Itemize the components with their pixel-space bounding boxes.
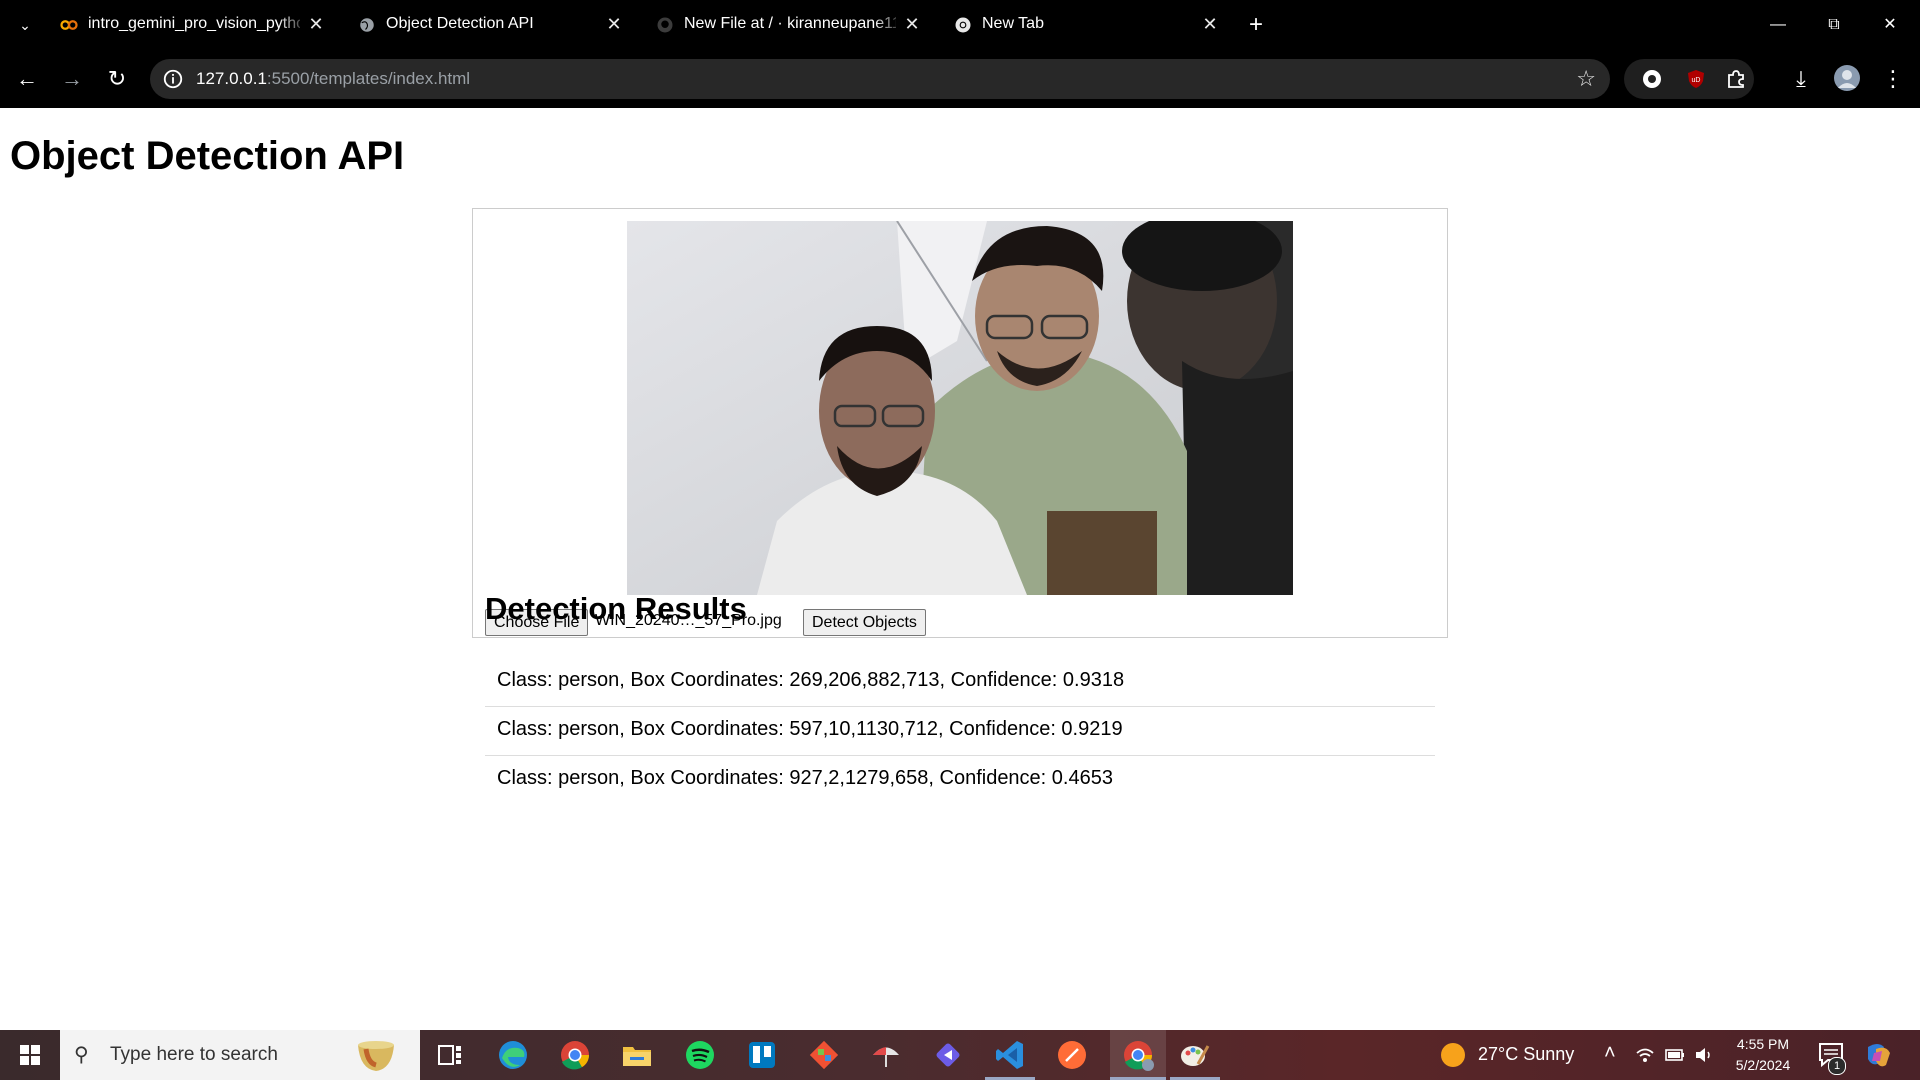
bookmark-star-icon[interactable]: ☆ [1576, 66, 1596, 92]
github-icon [657, 17, 673, 33]
forward-arrow-icon[interactable]: → [57, 64, 87, 94]
puzzle-extensions-icon[interactable] [1726, 69, 1746, 89]
windows-start-icon[interactable] [0, 1030, 60, 1080]
address-bar[interactable]: 127.0.0.1:5500/templates/index.html ☆ [150, 59, 1610, 99]
window-close-icon[interactable]: ✕ [1870, 12, 1910, 38]
file-explorer-icon[interactable] [620, 1038, 654, 1072]
webcam-photo [627, 221, 1293, 595]
notification-count-badge: 1 [1828, 1057, 1846, 1075]
minimize-icon[interactable]: — [1758, 12, 1798, 38]
close-icon[interactable]: ✕ [306, 14, 326, 34]
edge-icon[interactable] [496, 1038, 530, 1072]
results-title: Detection Results [485, 591, 747, 626]
tab-colab[interactable]: intro_gemini_pro_vision_python ✕ [46, 0, 338, 50]
windows-taskbar: ⚲ Type here to search 27°C Sunny ˄ 4:55 … [0, 1030, 1920, 1080]
system-clock[interactable]: 4:55 PM 5/2/2024 [1730, 1034, 1796, 1076]
purple-diamond-app-icon[interactable] [931, 1038, 965, 1072]
url-text: 127.0.0.1:5500/templates/index.html [196, 69, 470, 89]
search-highlight-icon [358, 1041, 394, 1071]
battery-icon[interactable] [1664, 1044, 1686, 1066]
clock-date: 5/2/2024 [1735, 1057, 1791, 1073]
site-info-icon[interactable] [162, 68, 184, 90]
close-icon[interactable]: ✕ [1200, 14, 1220, 34]
image-preview [627, 221, 1293, 595]
tab-title: New File at / · kiranneupane11/ [684, 15, 896, 32]
web-page: Object Detection API Choose File WIN_202… [0, 108, 1920, 1030]
url-path: :5500/templates/index.html [266, 69, 471, 88]
copilot-icon[interactable] [1862, 1039, 1894, 1071]
chrome-taskbar-icon[interactable] [558, 1038, 592, 1072]
taskbar-search-input[interactable]: ⚲ Type here to search [60, 1030, 420, 1080]
ublock-shield-icon[interactable]: uD [1686, 69, 1706, 89]
page-title: Object Detection API [10, 134, 405, 178]
tab-title: New Tab [982, 15, 1044, 32]
back-arrow-icon[interactable]: ← [12, 64, 42, 94]
detect-objects-button[interactable]: Detect Objects [803, 609, 926, 636]
url-host: 127.0.0.1 [196, 69, 267, 88]
umbrella-app-icon[interactable] [869, 1038, 903, 1072]
list-item: Class: person, Box Coordinates: 269,206,… [485, 658, 1435, 707]
tray-chevron-up-icon[interactable]: ˄ [1604, 1042, 1616, 1065]
results-list: Class: person, Box Coordinates: 269,206,… [485, 658, 1435, 805]
list-item: Class: person, Box Coordinates: 927,2,12… [497, 767, 1113, 789]
trello-icon[interactable] [745, 1038, 779, 1072]
wifi-icon[interactable] [1634, 1044, 1656, 1066]
task-view-icon[interactable] [433, 1038, 467, 1072]
close-icon[interactable]: ✕ [604, 14, 624, 34]
extension-circle-icon[interactable] [1642, 69, 1662, 89]
extensions-area: uD [1624, 59, 1754, 99]
tab-new-tab[interactable]: New Tab ✕ [940, 0, 1232, 50]
list-item: Class: person, Box Coordinates: 597,10,1… [485, 707, 1435, 756]
vscode-icon[interactable] [993, 1038, 1027, 1072]
tab-search-chevron-icon[interactable]: ⌄ [12, 14, 38, 36]
tab-object-detection[interactable]: Object Detection API ✕ [344, 0, 636, 50]
colab-icon [60, 20, 78, 30]
restore-icon[interactable]: ⧉ [1814, 12, 1854, 38]
volume-icon[interactable] [1693, 1044, 1715, 1066]
search-placeholder: Type here to search [110, 1044, 278, 1065]
chrome-active-taskbar-icon[interactable] [1121, 1038, 1155, 1072]
clock-time: 4:55 PM [1736, 1036, 1790, 1052]
upload-card: Choose File WIN_20240…_57_Pro.jpg Detect… [472, 208, 1448, 638]
weather-sun-icon[interactable] [1436, 1038, 1470, 1072]
chrome-icon [955, 17, 971, 33]
browser-toolbar: ← → ↻ 127.0.0.1:5500/templates/index.htm… [0, 50, 1920, 108]
profile-avatar[interactable] [1833, 64, 1861, 92]
weather-text[interactable]: 27°C Sunny [1478, 1044, 1574, 1065]
postman-icon[interactable] [1055, 1038, 1089, 1072]
svg-text:uD: uD [1692, 77, 1701, 84]
tab-title: intro_gemini_pro_vision_python [88, 15, 300, 32]
close-icon[interactable]: ✕ [902, 14, 922, 34]
tab-strip: ⌄ intro_gemini_pro_vision_python ✕ Objec… [0, 0, 1920, 50]
new-tab-plus-icon[interactable]: + [1243, 12, 1269, 38]
tab-title: Object Detection API [386, 15, 534, 32]
tab-github[interactable]: New File at / · kiranneupane11/ ✕ [642, 0, 934, 50]
git-icon[interactable] [807, 1038, 841, 1072]
search-icon: ⚲ [74, 1044, 89, 1066]
paint-icon[interactable] [1178, 1038, 1212, 1072]
spotify-icon[interactable] [683, 1038, 717, 1072]
globe-icon [360, 18, 374, 32]
more-menu-icon[interactable]: ⋮ [1876, 62, 1910, 96]
download-icon[interactable]: ⤓ [1784, 62, 1818, 96]
reload-icon[interactable]: ↻ [102, 64, 132, 94]
